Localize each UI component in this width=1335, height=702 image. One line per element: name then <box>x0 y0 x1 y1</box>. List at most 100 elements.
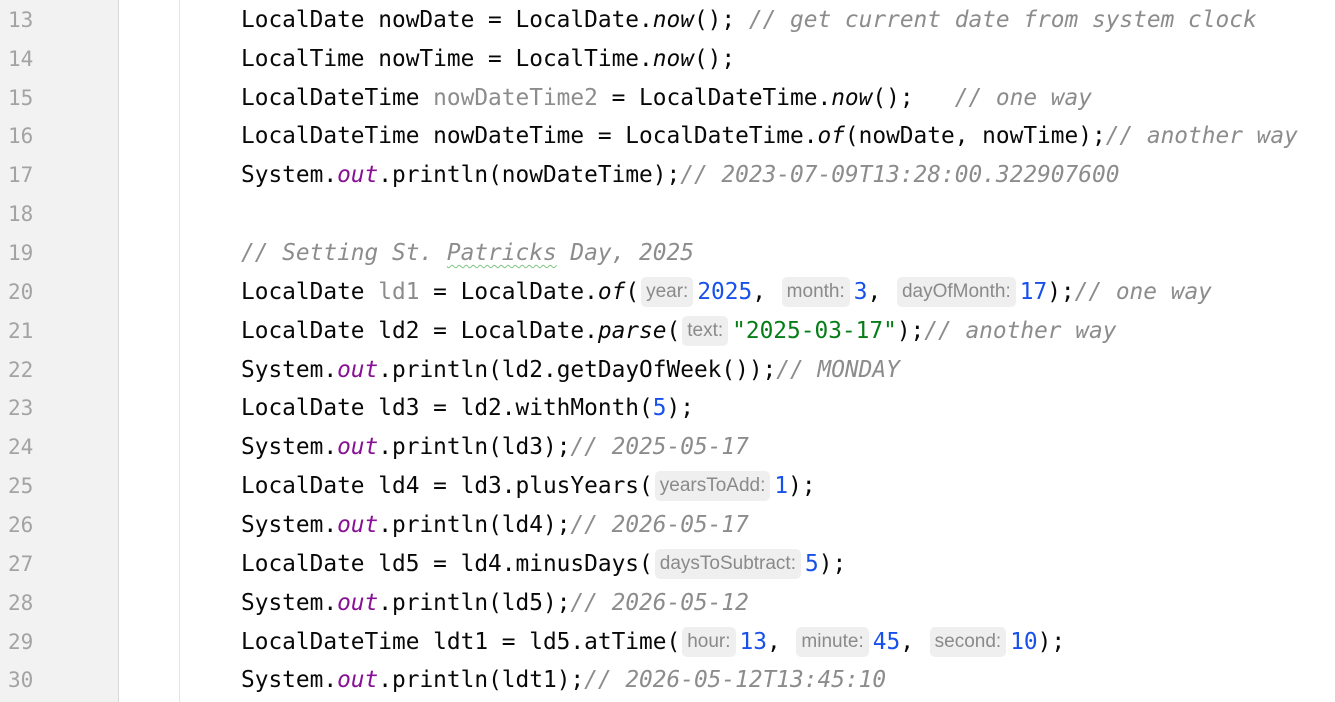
code-text[interactable]: System. out .println(ld3);// 2025-05-17 <box>241 434 749 460</box>
line-number[interactable]: 24 <box>8 435 48 459</box>
code-text[interactable]: LocalDateTime ldt1 = ld5.atTime(hour: 13,… <box>241 626 1065 657</box>
code-text[interactable]: LocalDate ld2 = LocalDate. parse(text: "20… <box>241 315 1117 346</box>
code-token: = LocalDate. <box>419 278 598 305</box>
code-line[interactable]: 14 LocalTime nowTime = LocalTime. now (); <box>0 39 1335 78</box>
comment: Day, 2025 <box>556 240 694 267</box>
line-number[interactable]: 21 <box>8 319 48 343</box>
number-literal: 13 <box>739 628 767 655</box>
code-line[interactable]: 22 System. out .println(ld2.getDayOfWeek())… <box>0 350 1335 389</box>
code-token: ( <box>625 278 640 305</box>
comment: // another way <box>924 317 1117 344</box>
comment: // MONDAY <box>776 356 900 383</box>
line-number[interactable]: 30 <box>8 668 48 692</box>
code-text[interactable]: LocalTime nowTime = LocalTime. now (); <box>241 46 735 72</box>
comment: // one way <box>954 84 1092 111</box>
line-number[interactable]: 14 <box>8 47 48 71</box>
static-field: out <box>337 511 379 538</box>
parameter-hint: hour: <box>682 626 736 657</box>
line-number[interactable]: 18 <box>8 202 48 226</box>
code-line[interactable]: 13 LocalDate nowDate = LocalDate. now (); /… <box>0 1 1335 40</box>
code-token: .println(ld3); <box>378 434 571 461</box>
code-text[interactable]: System. out .println(nowDateTime);// 2023-… <box>241 162 1119 188</box>
code-line[interactable]: 30 System. out .println(ldt1);// 2026-05-12… <box>0 661 1335 700</box>
parameter-hint: dayOfMonth: <box>896 276 1016 307</box>
code-text[interactable]: System. out .println(ld2.getDayOfWeek()); /… <box>241 357 900 383</box>
string-literal: "2025-03-17" <box>732 317 897 344</box>
code-token: (); <box>693 45 736 72</box>
code-token: LocalDateTime nowDateTime = LocalDateTim… <box>241 123 818 150</box>
comment: // Setting St. <box>241 240 447 267</box>
code-line[interactable]: 25 LocalDate ld4 = ld3.plusYears(yearsToA… <box>0 467 1335 506</box>
parameter-hint: year: <box>641 276 694 307</box>
number-literal: 5 <box>652 395 667 422</box>
code-token: ); <box>896 317 925 344</box>
code-line[interactable]: 17 System. out .println(nowDateTime);// 202… <box>0 156 1335 195</box>
code-line[interactable]: 18 <box>0 195 1335 234</box>
line-number[interactable]: 13 <box>8 8 48 32</box>
code-token: (); <box>872 84 955 111</box>
code-text[interactable]: LocalDate nowDate = LocalDate. now (); // … <box>241 7 1257 33</box>
code-line[interactable]: 28 System. out .println(ld5);// 2026-05-12 <box>0 583 1335 622</box>
line-number[interactable]: 22 <box>8 358 48 382</box>
unused-variable: ld1 <box>378 278 420 305</box>
code-token: LocalTime nowTime = LocalTime. <box>241 45 653 72</box>
code-token: .println(ld5); <box>378 589 571 616</box>
line-number[interactable]: 17 <box>8 163 48 187</box>
line-number[interactable]: 23 <box>8 396 48 420</box>
static-method: of <box>817 123 845 150</box>
code-text[interactable]: LocalDate ld1 = LocalDate. of(year: 2025, … <box>241 276 1212 307</box>
code-line[interactable]: 27 LocalDate ld5 = ld4.minusDays(daysToSu… <box>0 544 1335 583</box>
code-line[interactable]: 23 LocalDate ld3 = ld2.withMonth(5); <box>0 389 1335 428</box>
code-text[interactable]: System. out .println(ld4);// 2026-05-17 <box>241 512 749 538</box>
parameter-hint: yearsToAdd: <box>654 471 771 502</box>
line-number[interactable]: 15 <box>8 86 48 110</box>
code-token: System. <box>241 434 338 461</box>
code-text[interactable]: LocalDateTime nowDateTime2 = LocalDateTi… <box>241 85 1092 111</box>
static-method: now <box>652 6 694 33</box>
code-line[interactable]: 20 LocalDate ld1 = LocalDate. of(year: 2025… <box>0 272 1335 311</box>
code-token: = LocalDateTime. <box>597 84 832 111</box>
static-field: out <box>337 589 379 616</box>
code-token: ); <box>1047 278 1075 305</box>
code-text[interactable]: // Setting St. Patricks Day, 2025 <box>241 240 694 266</box>
parameter-hint: minute: <box>796 626 869 657</box>
parameter-hint: month: <box>781 276 850 307</box>
line-number[interactable]: 20 <box>8 280 48 304</box>
code-line[interactable]: 26 System. out .println(ld4);// 2026-05-17 <box>0 506 1335 545</box>
number-literal: 1 <box>774 473 789 500</box>
line-number[interactable]: 26 <box>8 513 48 537</box>
code-line[interactable]: 24 System. out .println(ld3);// 2025-05-17 <box>0 428 1335 467</box>
code-text[interactable]: System. out .println(ldt1);// 2026-05-12T1… <box>241 667 886 693</box>
code-line[interactable]: 16 LocalDateTime nowDateTime = LocalDateT… <box>0 117 1335 156</box>
unused-variable: nowDateTime2 <box>433 84 598 111</box>
number-literal: 3 <box>853 278 868 305</box>
code-token: LocalDate ld5 = ld4.minusDays( <box>241 550 653 577</box>
comment: // get current date from system clock <box>748 6 1257 33</box>
code-token: .println(ldt1); <box>378 667 585 694</box>
code-text[interactable]: LocalDate ld3 = ld2.withMonth(5); <box>241 395 694 421</box>
line-number[interactable]: 19 <box>8 241 48 265</box>
line-number[interactable]: 29 <box>8 630 48 654</box>
code-line[interactable]: 19 // Setting St. Patricks Day, 2025 <box>0 234 1335 273</box>
code-token: LocalDate ld3 = ld2.withMonth( <box>241 395 653 422</box>
code-token: ); <box>666 395 694 422</box>
code-token: , <box>752 278 780 305</box>
code-text[interactable]: LocalDate ld5 = ld4.minusDays(daysToSubt… <box>241 548 846 579</box>
code-line[interactable]: 21 LocalDate ld2 = LocalDate. parse(text: "… <box>0 311 1335 350</box>
code-text[interactable]: LocalDate ld4 = ld3.plusYears(yearsToAdd… <box>241 471 816 502</box>
parameter-hint: daysToSubtract: <box>654 548 801 579</box>
code-token: System. <box>241 667 338 694</box>
line-number[interactable]: 27 <box>8 552 48 576</box>
code-text[interactable]: LocalDateTime nowDateTime = LocalDateTim… <box>241 123 1298 149</box>
number-literal: 45 <box>872 628 901 655</box>
code-line[interactable]: 29 LocalDateTime ldt1 = ld5.atTime(hour: 1… <box>0 622 1335 661</box>
code-line[interactable]: 15 LocalDateTime nowDateTime2 = LocalDate… <box>0 78 1335 117</box>
line-number[interactable]: 16 <box>8 124 48 148</box>
code-token: LocalDate ld2 = LocalDate. <box>241 317 598 344</box>
code-text[interactable]: System. out .println(ld5);// 2026-05-12 <box>241 590 749 616</box>
code-token: System. <box>241 162 338 189</box>
line-number[interactable]: 25 <box>8 474 48 498</box>
static-field: out <box>337 356 379 383</box>
number-literal: 2025 <box>697 278 753 305</box>
line-number[interactable]: 28 <box>8 591 48 615</box>
